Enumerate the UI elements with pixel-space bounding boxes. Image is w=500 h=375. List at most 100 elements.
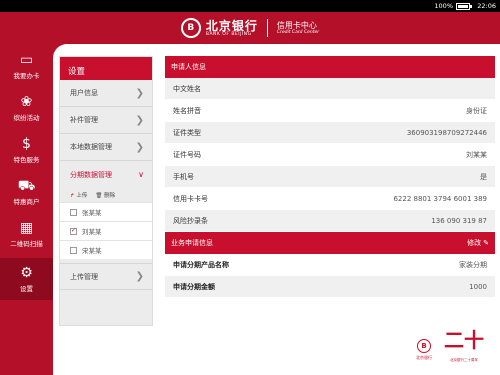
main-panel: 设置 用户信息 ❯ 补件管理 ❯ 本地数据管理 ❯ 分期数据管理 ∨ ↱ 上传 … — [53, 44, 500, 375]
nav-qr-scan[interactable]: ▦ 二维码扫描 — [0, 214, 53, 254]
section-title: 业务申请信息 — [171, 239, 213, 247]
row-value: 6222 8801 3794 6001 389 — [393, 194, 487, 203]
status-bar: 100% 22:06 — [0, 0, 500, 12]
anniversary-text: 北京银行二十周年 — [450, 358, 478, 362]
gear-icon: ⚙ — [20, 265, 33, 281]
row-value: 身份证 — [466, 106, 487, 115]
info-row: 手机号 是 — [165, 166, 495, 188]
nav-label: 特惠商户 — [13, 198, 40, 206]
battery-percent: 100% — [434, 2, 453, 10]
record-name: 张某某 — [82, 209, 102, 217]
chevron-right-icon: ❯ — [135, 87, 144, 99]
bank-logo-icon: B — [417, 339, 431, 353]
upload-button[interactable]: ↱ 上传 — [70, 191, 87, 199]
installment-record[interactable]: 张某某 — [60, 202, 152, 221]
anniversary-mark: 二十 — [444, 328, 484, 352]
edit-button[interactable]: 修改 ✎ — [467, 238, 489, 248]
detail-content: 申请人信息 中文姓名 姓名拼音 身份证 证件类型 360903198709272… — [165, 56, 495, 298]
section-title: 申请人信息 — [171, 63, 206, 71]
menu-installment-data[interactable]: 分期数据管理 ∨ — [60, 161, 152, 188]
menu-label: 分期数据管理 — [70, 170, 112, 179]
edit-label: 修改 — [467, 239, 482, 247]
chevron-right-icon: ❯ — [135, 141, 144, 153]
center-name-cn: 信用卡中心 — [276, 21, 317, 30]
nav-merchants[interactable]: ⛟ 特惠商户 — [0, 172, 53, 212]
brand-divider — [266, 19, 268, 37]
row-label: 证件号码 — [173, 150, 201, 159]
record-name: 刘某某 — [82, 228, 102, 236]
nav-activities[interactable]: ❀ 缤纷活动 — [0, 88, 53, 128]
nav-settings[interactable]: ⚙ 设置 — [0, 258, 53, 300]
app-header: B 北京银行 BANK OF BEIJING 信用卡中心 Credit Card… — [0, 12, 500, 44]
info-row: 风险抄录条 136 090 319 87 — [165, 210, 495, 232]
chevron-down-icon: ∨ — [138, 170, 144, 179]
row-label: 手机号 — [173, 172, 194, 181]
info-row: 中文姓名 — [165, 78, 495, 100]
row-value: 1000 — [469, 282, 487, 291]
record-name: 宋某某 — [82, 247, 102, 255]
menu-label: 用户信息 — [70, 89, 98, 97]
chevron-right-icon: ❯ — [135, 271, 144, 282]
nav-label: 特色服务 — [13, 156, 40, 164]
row-label: 中文姓名 — [173, 84, 201, 93]
nav-apply-card[interactable]: ▭ 我要办卡 — [0, 46, 53, 86]
nav-services[interactable]: $ 特色服务 — [0, 130, 53, 170]
installment-record[interactable]: ✓ 刘某某 — [60, 221, 152, 240]
menu-upload-manage[interactable]: 上传管理 ❯ — [60, 263, 152, 290]
service-badge-icon: $ — [22, 136, 31, 152]
bank-name-cn: 北京银行 — [205, 18, 258, 33]
menu-label: 上传管理 — [70, 272, 98, 281]
side-nav: ▭ 我要办卡 ❀ 缤纷活动 $ 特色服务 ⛟ 特惠商户 ▦ 二维码扫描 ⚙ 设置 — [0, 44, 53, 375]
row-label: 申请分期金额 — [173, 282, 215, 291]
row-label: 姓名拼音 — [173, 106, 201, 115]
bank-logo-icon: B — [180, 18, 201, 38]
gift-basket-icon: ❀ — [20, 94, 33, 110]
delete-label: 删除 — [104, 193, 116, 199]
record-checkbox[interactable] — [70, 208, 77, 216]
row-value: 360903198709272446 — [406, 128, 487, 137]
row-label: 风险抄录条 — [173, 216, 208, 225]
menu-label: 补件管理 — [70, 116, 98, 124]
nav-label: 二维码扫描 — [10, 240, 43, 248]
bank-brand: B 北京银行 BANK OF BEIJING 信用卡中心 Credit Card… — [180, 18, 320, 38]
menu-local-data[interactable]: 本地数据管理 ❯ — [60, 134, 152, 161]
shopping-cart-icon: ⛟ — [17, 178, 36, 194]
applicant-section-header: 申请人信息 — [165, 56, 495, 78]
chevron-right-icon: ❯ — [135, 114, 144, 126]
row-value: 刘某某 — [466, 150, 487, 159]
info-row: 证件号码 刘某某 — [165, 144, 495, 166]
business-section-header: 业务申请信息 修改 ✎ — [165, 232, 495, 254]
pencil-icon: ✎ — [483, 239, 489, 247]
row-label: 申请分期产品名称 — [173, 260, 229, 269]
footer-logos: B 北京银行 二十 北京银行二十周年 — [416, 330, 496, 370]
nav-label: 我要办卡 — [13, 72, 40, 80]
menu-supplement[interactable]: 补件管理 ❯ — [60, 107, 152, 134]
settings-panel: 设置 用户信息 ❯ 补件管理 ❯ 本地数据管理 ❯ 分期数据管理 ∨ ↱ 上传 … — [59, 56, 153, 326]
delete-button[interactable]: 🗑 删除 — [95, 191, 115, 199]
installment-actions: ↱ 上传 🗑 删除 — [60, 188, 152, 202]
info-row: 信用卡卡号 6222 8801 3794 6001 389 — [165, 188, 495, 210]
row-label: 证件类型 — [173, 128, 201, 137]
record-checkbox-checked[interactable]: ✓ — [70, 227, 77, 235]
record-checkbox[interactable] — [70, 246, 77, 254]
row-value: 是 — [480, 172, 487, 181]
info-row: 申请分期产品名称 家装分期 — [165, 254, 495, 276]
anniversary-logo: 二十 北京银行二十周年 — [444, 330, 484, 370]
clock: 22:06 — [477, 2, 496, 10]
row-label: 信用卡卡号 — [173, 194, 208, 203]
menu-user-info[interactable]: 用户信息 ❯ — [60, 80, 152, 107]
footer-bank-name: 北京银行 — [416, 355, 432, 360]
upload-label: 上传 — [76, 193, 88, 199]
upload-icon: ↱ — [70, 193, 75, 199]
nav-label: 缤纷活动 — [13, 114, 40, 122]
nav-label: 设置 — [20, 285, 33, 293]
menu-label: 本地数据管理 — [70, 143, 112, 151]
row-value: 家装分期 — [459, 260, 487, 269]
installment-record[interactable]: 宋某某 — [60, 240, 152, 259]
info-row: 证件类型 360903198709272446 — [165, 122, 495, 144]
info-row: 申请分期金额 1000 — [165, 276, 495, 298]
card-icon: ▭ — [19, 52, 34, 68]
info-row: 姓名拼音 身份证 — [165, 100, 495, 122]
trash-icon: 🗑 — [95, 193, 103, 199]
center-name-en: Credit Card Center — [276, 30, 320, 35]
